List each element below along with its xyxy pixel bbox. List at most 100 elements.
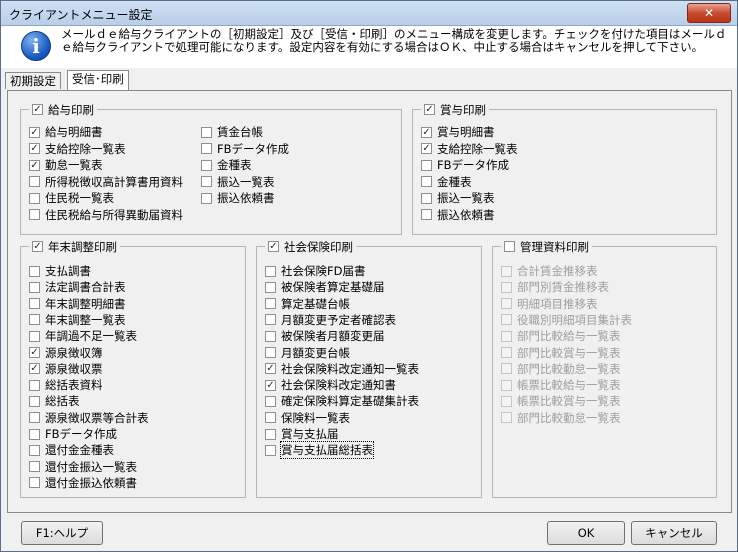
checkbox-item-nenmatsu[interactable]: 年調過不足一覧表 (29, 328, 137, 344)
checkbox-item-shakai[interactable]: 確定保険料算定基礎集計表 (265, 393, 419, 409)
checkbox[interactable]: ✓ (29, 347, 40, 358)
checkbox[interactable] (504, 241, 515, 252)
checkbox-item-kanri[interactable]: 部門別賃金推移表 (501, 279, 609, 295)
checkbox-item-nenmatsu[interactable]: 総括表 (29, 393, 80, 409)
checkbox[interactable] (29, 477, 40, 489)
checkbox-item-nenmatsu[interactable]: 総括表資料 (29, 377, 103, 393)
group-title-nenmatsu[interactable]: ✓ 年末調整印刷 (29, 239, 120, 254)
checkbox-item-shoyo[interactable]: ✓ 賞与明細書 (421, 124, 495, 140)
checkbox-item-shakai[interactable]: 保険料一覧表 (265, 410, 350, 426)
checkbox-item-shoyo[interactable]: 振込一覧表 (421, 190, 495, 206)
checkbox[interactable] (29, 395, 40, 407)
checkbox[interactable] (29, 209, 40, 220)
checkbox[interactable] (265, 347, 276, 358)
checkbox-item-kanri[interactable]: 役職別明細項目集計表 (501, 312, 632, 328)
checkbox[interactable]: ✓ (29, 126, 40, 138)
checkbox[interactable] (265, 428, 276, 440)
checkbox[interactable]: ✓ (421, 143, 432, 154)
checkbox-item-nenmatsu[interactable]: 法定調書合計表 (29, 279, 126, 295)
checkbox-item-kanri[interactable]: 帳票比較給与一覧表 (501, 377, 621, 393)
checkbox-item-kanri[interactable]: 明細項目推移表 (501, 296, 598, 312)
checkbox-item-nenmatsu[interactable]: 還付金金種表 (29, 442, 114, 458)
checkbox[interactable] (29, 412, 40, 424)
checkbox[interactable]: ✓ (421, 126, 432, 138)
checkbox[interactable] (265, 444, 276, 456)
checkbox[interactable] (265, 314, 276, 326)
checkbox-item-shakai[interactable]: ✓ 社会保険料改定通知一覧表 (265, 361, 419, 377)
checkbox[interactable] (29, 314, 40, 326)
checkbox-item-kyuyo[interactable]: 振込依頼書 (201, 190, 275, 206)
help-button[interactable]: F1:ヘルプ (21, 521, 103, 545)
checkbox[interactable] (501, 363, 512, 375)
checkbox[interactable]: ✓ (32, 241, 43, 252)
checkbox[interactable]: ✓ (265, 363, 276, 375)
group-title-shoyo[interactable]: ✓ 賞与印刷 (421, 102, 489, 117)
checkbox[interactable] (29, 461, 40, 473)
checkbox-item-kyuyo[interactable]: 所得税徴収高計算書用資料 (29, 174, 183, 190)
checkbox-item-nenmatsu[interactable]: ✓ 源泉徴収簿 (29, 345, 103, 361)
checkbox[interactable] (201, 143, 212, 154)
checkbox[interactable] (29, 176, 40, 187)
checkbox[interactable]: ✓ (424, 104, 435, 115)
checkbox-item-kyuyo[interactable]: 金種表 (201, 157, 252, 173)
close-button[interactable]: ✕ (687, 3, 731, 23)
checkbox-item-nenmatsu[interactable]: FBデータ作成 (29, 426, 117, 442)
checkbox-item-kyuyo[interactable]: FBデータ作成 (201, 141, 289, 157)
checkbox-item-kyuyo[interactable]: 賃金台帳 (201, 124, 263, 140)
checkbox-item-kanri[interactable]: 部門比較給与一覧表 (501, 328, 621, 344)
checkbox-item-kyuyo[interactable]: ✓ 給与明細書 (29, 124, 103, 140)
cancel-button[interactable]: キャンセル (631, 521, 717, 545)
group-title-kanri[interactable]: 管理資料印刷 (501, 239, 592, 254)
checkbox-item-shoyo[interactable]: 振込依頼書 (421, 207, 495, 223)
checkbox-item-kanri[interactable]: 合計賃金推移表 (501, 263, 598, 279)
checkbox-item-shakai[interactable]: 被保険者月額変更届 (265, 328, 385, 344)
checkbox-item-nenmatsu[interactable]: 還付金振込一覧表 (29, 459, 137, 475)
checkbox[interactable] (421, 209, 432, 220)
checkbox-item-shoyo[interactable]: ✓ 支給控除一覧表 (421, 141, 518, 157)
checkbox[interactable] (265, 395, 276, 407)
checkbox[interactable] (421, 159, 432, 171)
checkbox[interactable] (501, 395, 512, 407)
tab-initial-settings[interactable]: 初期設定 (5, 72, 61, 89)
checkbox[interactable] (265, 281, 276, 293)
checkbox-item-kanri[interactable]: 部門比較勤怠一覧表 (501, 410, 621, 426)
checkbox[interactable] (265, 298, 276, 310)
ok-button[interactable]: OK (547, 521, 625, 545)
checkbox-item-kanri[interactable]: 帳票比較賞与一覧表 (501, 393, 621, 409)
checkbox-item-kyuyo[interactable]: 住民税一覧表 (29, 190, 114, 206)
checkbox-item-shakai[interactable]: 月額変更予定者確認表 (265, 312, 396, 328)
checkbox-item-nenmatsu[interactable]: 年末調整明細書 (29, 296, 126, 312)
checkbox-item-shakai[interactable]: 社会保険FD届書 (265, 263, 365, 279)
checkbox[interactable] (29, 330, 40, 342)
checkbox[interactable] (201, 192, 212, 204)
checkbox-item-nenmatsu[interactable]: 年末調整一覧表 (29, 312, 126, 328)
checkbox-item-kyuyo[interactable]: ✓ 勤怠一覧表 (29, 157, 103, 173)
checkbox-item-nenmatsu[interactable]: 源泉徴収票等合計表 (29, 410, 149, 426)
tab-receive-print[interactable]: 受信･印刷 (67, 70, 129, 90)
checkbox-item-shakai[interactable]: 算定基礎台帳 (265, 296, 350, 312)
checkbox-item-shoyo[interactable]: FBデータ作成 (421, 157, 509, 173)
checkbox[interactable] (501, 412, 512, 424)
checkbox[interactable]: ✓ (29, 159, 40, 171)
checkbox[interactable] (421, 192, 432, 204)
checkbox[interactable] (265, 265, 276, 277)
checkbox-item-nenmatsu[interactable]: 支払調書 (29, 263, 91, 279)
checkbox-item-shakai[interactable]: 賞与支払届総括表 (265, 441, 374, 460)
checkbox-item-kyuyo[interactable]: 振込一覧表 (201, 174, 275, 190)
group-title-shakai[interactable]: ✓ 社会保険印刷 (265, 239, 356, 254)
checkbox[interactable]: ✓ (32, 104, 43, 115)
checkbox-item-kanri[interactable]: 部門比較賞与一覧表 (501, 345, 621, 361)
checkbox-item-shakai[interactable]: 被保険者算定基礎届 (265, 279, 385, 295)
checkbox-item-kanri[interactable]: 部門比較勤怠一覧表 (501, 361, 621, 377)
checkbox[interactable] (201, 126, 212, 138)
checkbox[interactable] (501, 379, 512, 391)
checkbox[interactable]: ✓ (29, 363, 40, 375)
checkbox[interactable] (501, 265, 512, 277)
checkbox[interactable] (501, 347, 512, 358)
checkbox[interactable] (201, 176, 212, 187)
checkbox[interactable] (265, 330, 276, 342)
checkbox[interactable] (421, 176, 432, 187)
checkbox[interactable] (501, 330, 512, 342)
checkbox-item-nenmatsu[interactable]: ✓ 源泉徴収票 (29, 361, 103, 377)
checkbox[interactable] (29, 265, 40, 277)
